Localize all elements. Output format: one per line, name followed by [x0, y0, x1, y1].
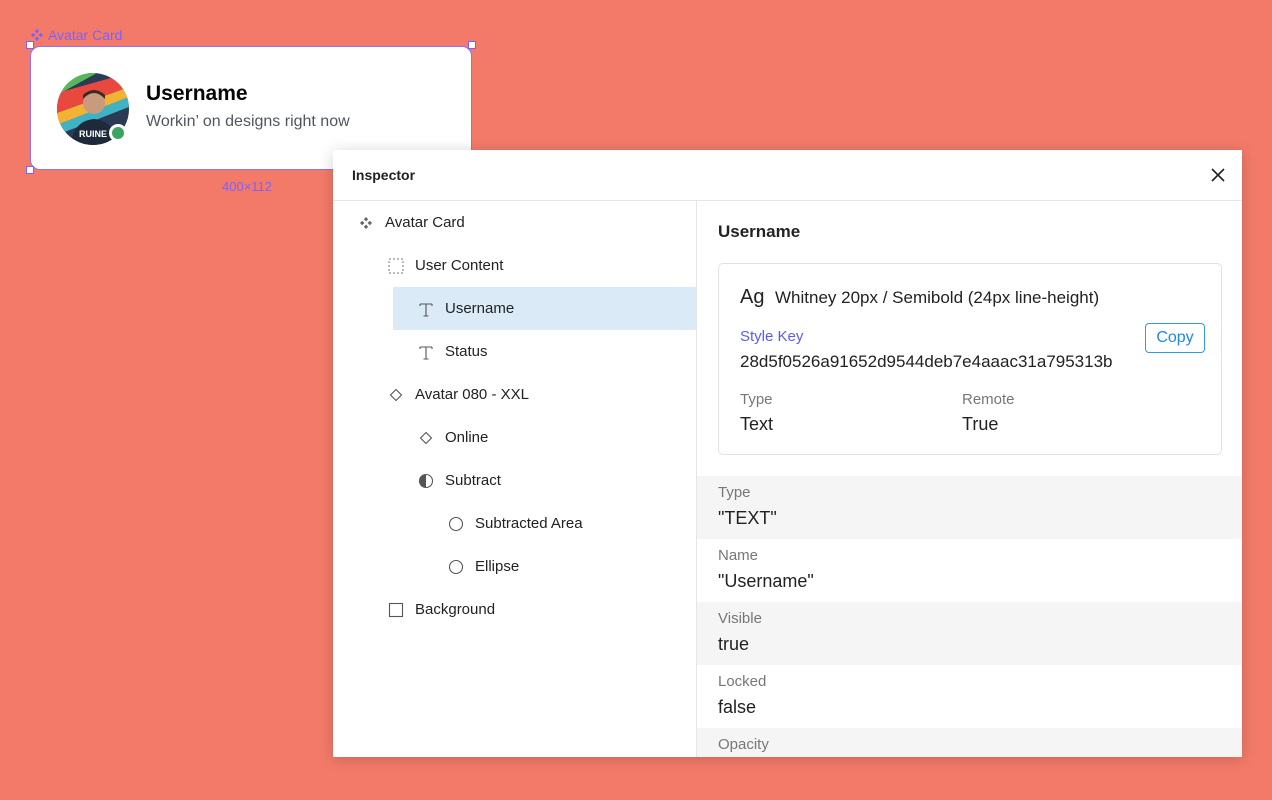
inspector-header: Inspector	[333, 150, 1242, 201]
property-row-opacity: Opacity	[697, 728, 1242, 757]
tree-item-subtract[interactable]: Subtract	[333, 459, 696, 502]
style-key-value[interactable]: 28d5f0526a91652d9544deb7e4aaac31a795313b	[740, 352, 1113, 372]
property-row-visible: Visible true	[697, 602, 1242, 665]
card-username: Username	[146, 82, 248, 105]
frame-icon	[387, 257, 405, 275]
property-label: Type	[718, 484, 751, 501]
font-description: Whitney 20px / Semibold (24px line-heigh…	[775, 288, 1100, 307]
close-button[interactable]	[1208, 165, 1228, 185]
tree-item-label: Online	[445, 429, 489, 446]
tree-item-label: Username	[445, 300, 515, 317]
boolean-icon	[417, 472, 435, 490]
property-row-locked: Locked false	[697, 665, 1242, 728]
layer-tree: Avatar Card User Content Username Status…	[333, 201, 697, 757]
inspector-title: Inspector	[352, 167, 416, 183]
tree-item-label: Ellipse	[475, 558, 520, 575]
card-status-text: Workin’ on designs right now	[146, 113, 350, 130]
property-row-name: Name "Username"	[697, 539, 1242, 602]
property-label: Opacity	[718, 736, 769, 753]
style-remote-value: True	[962, 414, 999, 434]
instance-icon	[387, 386, 405, 404]
property-row-type: Type "TEXT"	[697, 476, 1242, 539]
rectangle-icon	[387, 601, 405, 619]
tree-item-subtracted-area[interactable]: Subtracted Area	[333, 502, 696, 545]
online-status-dot	[109, 124, 127, 142]
selection-label-text: Avatar Card	[48, 27, 123, 43]
property-label: Visible	[718, 610, 762, 627]
property-value: "Username"	[718, 571, 814, 591]
component-icon	[31, 29, 43, 41]
style-key-label: Style Key	[740, 328, 804, 345]
font-sample-ag: Ag	[740, 286, 765, 308]
selection-dimensions: 400×112	[222, 179, 273, 194]
instance-icon	[417, 429, 435, 447]
tree-item-avatar-080[interactable]: Avatar 080 - XXL	[333, 373, 696, 416]
selection-label[interactable]: Avatar Card	[30, 27, 122, 43]
resize-handle-top-left[interactable]	[26, 41, 34, 49]
text-style-card: Ag Whitney 20px / Semibold (24px line-he…	[718, 263, 1222, 455]
tree-item-background[interactable]: Background	[333, 588, 696, 631]
tree-item-user-content[interactable]: User Content	[333, 244, 696, 287]
component-icon	[357, 214, 375, 232]
style-remote-label: Remote	[962, 391, 1015, 408]
text-icon	[417, 300, 435, 318]
inspector-panel: Inspector Avatar Card User Content Usern…	[333, 150, 1242, 757]
svg-text:RUINE: RUINE	[79, 129, 107, 139]
text-icon	[417, 343, 435, 361]
tree-item-avatar-card[interactable]: Avatar Card	[333, 201, 696, 244]
tree-item-label: Status	[445, 343, 488, 360]
tree-item-label: Avatar Card	[385, 214, 465, 231]
property-value: false	[718, 697, 757, 717]
copy-button[interactable]: Copy	[1145, 323, 1205, 353]
tree-item-username[interactable]: Username	[393, 287, 696, 330]
resize-handle-bottom-left[interactable]	[26, 166, 34, 174]
tree-item-online[interactable]: Online	[333, 416, 696, 459]
detail-pane: Username Ag Whitney 20px / Semibold (24p…	[697, 201, 1242, 757]
tree-item-label: Avatar 080 - XXL	[415, 386, 529, 403]
ellipse-icon	[447, 558, 465, 576]
property-value: true	[718, 634, 750, 654]
resize-handle-top-right[interactable]	[468, 41, 476, 49]
close-icon	[1211, 168, 1225, 182]
property-label: Locked	[718, 673, 767, 690]
style-type-value: Text	[740, 414, 774, 434]
property-label: Name	[718, 547, 759, 564]
detail-title: Username	[718, 222, 801, 241]
tree-item-ellipse[interactable]: Ellipse	[333, 545, 696, 588]
ellipse-icon	[447, 515, 465, 533]
tree-item-label: Subtracted Area	[475, 515, 583, 532]
tree-item-label: Background	[415, 601, 496, 618]
tree-item-label: User Content	[415, 257, 504, 274]
property-value: "TEXT"	[718, 508, 777, 528]
tree-item-status[interactable]: Status	[333, 330, 696, 373]
tree-item-label: Subtract	[445, 472, 501, 489]
style-type-label: Type	[740, 391, 773, 408]
